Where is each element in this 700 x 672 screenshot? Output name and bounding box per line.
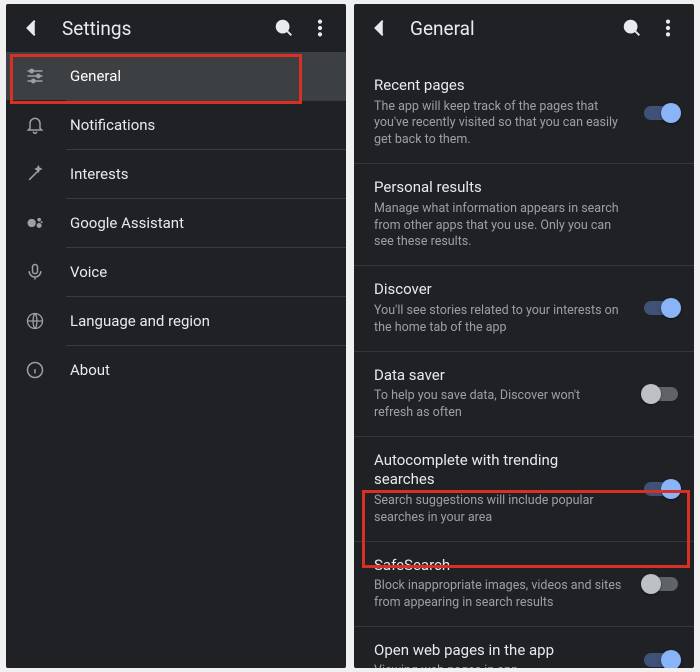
back-icon[interactable] xyxy=(362,10,398,46)
menu-item-google-assistant[interactable]: Google Assistant xyxy=(6,199,346,247)
menu-item-language-region[interactable]: Language and region xyxy=(6,297,346,345)
back-icon[interactable] xyxy=(14,10,50,46)
toggle-data-saver[interactable] xyxy=(644,387,678,401)
setting-desc: Manage what information appears in searc… xyxy=(374,201,622,252)
mic-icon xyxy=(24,261,46,283)
menu-item-about[interactable]: About xyxy=(6,346,346,394)
setting-title: Autocomplete with trending searches xyxy=(374,451,622,490)
overflow-menu-icon[interactable] xyxy=(650,10,686,46)
setting-title: SafeSearch xyxy=(374,556,622,576)
menu-item-label: About xyxy=(70,361,110,379)
globe-icon xyxy=(24,310,46,332)
setting-title: Recent pages xyxy=(374,76,622,96)
setting-safesearch[interactable]: SafeSearch Block inappropriate images, v… xyxy=(354,541,694,626)
menu-item-voice[interactable]: Voice xyxy=(6,248,346,296)
menu-item-notifications[interactable]: Notifications xyxy=(6,101,346,149)
wand-icon xyxy=(24,163,46,185)
setting-title: Open web pages in the app xyxy=(374,641,622,661)
setting-title: Data saver xyxy=(374,366,622,386)
menu-item-label: Language and region xyxy=(70,312,210,330)
setting-title: Personal results xyxy=(374,178,622,198)
search-icon[interactable] xyxy=(614,10,650,46)
setting-data-saver[interactable]: Data saver To help you save data, Discov… xyxy=(354,351,694,436)
assistant-icon xyxy=(24,212,46,234)
setting-personal-results[interactable]: Personal results Manage what information… xyxy=(354,163,694,265)
setting-desc: You'll see stories related to your inter… xyxy=(374,303,622,337)
overflow-menu-icon[interactable] xyxy=(302,10,338,46)
setting-desc: Search suggestions will include popular … xyxy=(374,493,622,527)
page-title: General xyxy=(410,17,614,40)
menu-item-label: Voice xyxy=(70,263,107,281)
toggle-autocomplete-trending[interactable] xyxy=(644,482,678,496)
menu-item-label: Notifications xyxy=(70,116,155,134)
setting-title: Discover xyxy=(374,280,622,300)
search-icon[interactable] xyxy=(266,10,302,46)
topbar: Settings xyxy=(6,4,346,52)
topbar: General xyxy=(354,4,694,52)
toggle-safesearch[interactable] xyxy=(644,577,678,591)
menu-item-label: Google Assistant xyxy=(70,214,184,232)
sliders-icon xyxy=(24,65,46,87)
general-settings-screen: General Recent pages The app will keep t… xyxy=(354,4,694,668)
setting-recent-pages[interactable]: Recent pages The app will keep track of … xyxy=(354,62,694,163)
menu-item-general[interactable]: General xyxy=(6,52,346,100)
info-icon xyxy=(24,359,46,381)
toggle-open-web-pages[interactable] xyxy=(644,653,678,667)
toggle-recent-pages[interactable] xyxy=(644,106,678,120)
toggle-discover[interactable] xyxy=(644,301,678,315)
setting-discover[interactable]: Discover You'll see stories related to y… xyxy=(354,265,694,350)
menu-item-label: General xyxy=(70,67,121,85)
menu-item-interests[interactable]: Interests xyxy=(6,150,346,198)
bell-icon xyxy=(24,114,46,136)
menu-item-label: Interests xyxy=(70,165,129,183)
setting-desc: To help you save data, Discover won't re… xyxy=(374,388,622,422)
page-title: Settings xyxy=(62,17,266,40)
settings-list: Recent pages The app will keep track of … xyxy=(354,52,694,668)
setting-desc: Viewing web pages in app xyxy=(374,663,622,668)
setting-autocomplete-trending[interactable]: Autocomplete with trending searches Sear… xyxy=(354,436,694,541)
settings-screen: Settings General Notifications Interests xyxy=(6,4,346,668)
setting-desc: Block inappropriate images, videos and s… xyxy=(374,578,622,612)
setting-desc: The app will keep track of the pages tha… xyxy=(374,99,622,150)
setting-open-web-pages-in-app[interactable]: Open web pages in the app Viewing web pa… xyxy=(354,626,694,668)
